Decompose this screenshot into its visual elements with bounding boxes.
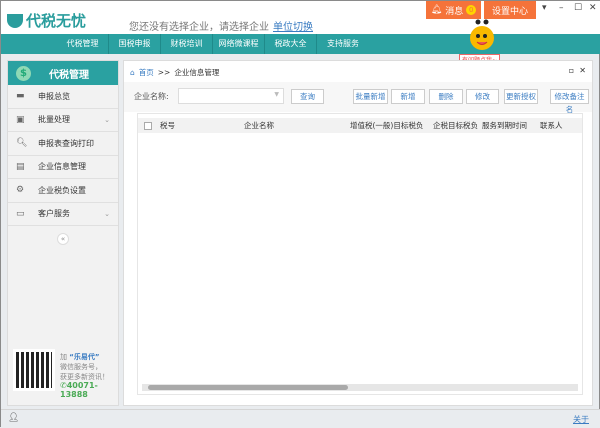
- promo-prefix: 加: [60, 353, 67, 361]
- breadcrumb: ⌂ 首页 >> 企业信息管理: [130, 67, 219, 78]
- batch-add-button[interactable]: 批量新增: [353, 89, 388, 104]
- company-table: 税号 企业名称 增值税(一般)目标税负 企税目标税负 服务到期时间 联系人: [137, 113, 583, 395]
- nav-tax-policy[interactable]: 税政大全: [265, 34, 317, 54]
- sidebar-item-company-info[interactable]: ▤ 企业信息管理: [8, 156, 118, 179]
- sidebar-item-label: 申报表查询打印: [38, 138, 94, 148]
- panel-controls: ▫ ✕: [569, 66, 586, 75]
- app-logo: 代税无忧: [7, 10, 86, 31]
- sidebar-item-query-print[interactable]: 🔍︎ 申报表查询打印: [8, 132, 118, 156]
- company-notice: 您还没有选择企业，请选择企业: [129, 22, 269, 33]
- main-panel: ⌂ 首页 >> 企业信息管理 ▫ ✕ 企业名称: ▼ 查询 批量新增 新增 删除 修改…: [123, 60, 593, 406]
- chevron-down-icon: ▼: [274, 91, 279, 98]
- close-button[interactable]: ✕: [589, 3, 597, 13]
- batch-icon: ▣: [16, 114, 25, 125]
- sidebar-item-tax-burden[interactable]: ⚙ 企业税负设置: [8, 179, 118, 203]
- edit-button[interactable]: 修改: [466, 89, 499, 104]
- switch-company-link[interactable]: 单位切换: [273, 18, 313, 33]
- sidebar-item-label: 批量处理: [38, 115, 70, 125]
- nav-national-tax[interactable]: 国税申报: [109, 34, 161, 54]
- company-name-label: 企业名称:: [134, 92, 169, 101]
- table-header: 税号 企业名称 增值税(一般)目标税负 企税目标税负 服务到期时间 联系人: [138, 118, 582, 133]
- scrollbar-thumb[interactable]: [148, 385, 348, 390]
- col-tax-id[interactable]: 税号: [156, 120, 240, 131]
- nav-courses[interactable]: 网络微课程: [213, 34, 265, 54]
- breadcrumb-separator: >>: [157, 68, 171, 77]
- qr-code: [13, 349, 55, 391]
- sidebar-header: $ 代税管理: [8, 61, 118, 85]
- home-icon: ⌂: [130, 68, 135, 77]
- select-all-checkbox[interactable]: [144, 121, 152, 130]
- chevron-down-icon: ⌄: [104, 209, 110, 218]
- phone-icon: ✆: [60, 381, 67, 390]
- folder-icon: ▬: [16, 91, 25, 102]
- sidebar-item-customer-service[interactable]: ▭ 客户服务 ⌄: [8, 203, 118, 226]
- edit-remark-button[interactable]: 修改备注名: [550, 89, 589, 114]
- promo-name: “乐易代”: [69, 353, 100, 361]
- messages-button[interactable]: 🔔︎ 消息 0: [426, 1, 481, 19]
- col-contact[interactable]: 联系人: [536, 120, 576, 131]
- collapse-sidebar-button[interactable]: «: [57, 233, 69, 245]
- user-icon[interactable]: 👤︎: [8, 413, 19, 423]
- sidebar: $ 代税管理 ▬ 申报总览 ▣ 批量处理 ⌄ 🔍︎ 申报表查询打印 ▤ 企业信息管理 ⚙ 企业…: [7, 60, 119, 406]
- main-nav: 代税管理 国税申报 财税培训 网络微课程 税政大全 支持服务: [1, 34, 600, 54]
- sidebar-item-batch[interactable]: ▣ 批量处理 ⌄: [8, 109, 118, 132]
- chevron-down-icon: ⌄: [104, 115, 110, 124]
- settings-center-button[interactable]: 设置中心: [484, 1, 536, 19]
- breadcrumb-current: 企业信息管理: [174, 68, 220, 77]
- chat-icon: ▭: [16, 208, 25, 219]
- col-corp-tax-target[interactable]: 企税目标税负: [426, 120, 478, 131]
- promo-line: 获更多新资讯！: [60, 373, 109, 381]
- search-icon: 🔍︎: [16, 138, 28, 149]
- minimize-button[interactable]: –: [559, 3, 564, 13]
- nav-support[interactable]: 支持服务: [317, 34, 369, 54]
- nav-tax-agent[interactable]: 代税管理: [57, 34, 109, 54]
- sidebar-item-label: 客户服务: [38, 209, 70, 219]
- query-button[interactable]: 查询: [291, 89, 324, 104]
- document-icon: ▤: [16, 161, 25, 172]
- sidebar-item-label: 企业信息管理: [38, 162, 86, 172]
- update-auth-button[interactable]: 更新授权: [504, 89, 538, 104]
- col-vat-target[interactable]: 增值税(一般)目标税负: [346, 120, 426, 131]
- add-button[interactable]: 新增: [391, 89, 425, 104]
- sidebar-title: 代税管理: [49, 69, 89, 81]
- breadcrumb-home[interactable]: 首页: [139, 67, 154, 78]
- dollar-icon: $: [16, 65, 31, 81]
- bell-icon: 🔔︎: [430, 5, 443, 15]
- phone-number: ✆40071-13888: [60, 381, 118, 399]
- restore-panel-icon[interactable]: ▫: [569, 66, 574, 75]
- promo-text: 加 “乐易代” 微信服务号， 获更多新资讯！: [60, 352, 109, 382]
- maximize-button[interactable]: ☐: [574, 3, 582, 13]
- message-count-badge: 0: [466, 5, 477, 15]
- close-panel-icon[interactable]: ✕: [579, 66, 586, 75]
- messages-label: 消息: [445, 6, 464, 17]
- toolbar: 企业名称: ▼ 查询 批量新增 新增 删除 修改 更新授权 修改备注名: [124, 82, 592, 114]
- company-name-select[interactable]: ▼: [178, 88, 284, 104]
- sidebar-item-overview[interactable]: ▬ 申报总览: [8, 85, 118, 109]
- dropdown-menu-icon[interactable]: ▾: [542, 3, 547, 13]
- sidebar-item-label: 企业税负设置: [38, 185, 86, 195]
- nav-training[interactable]: 财税培训: [161, 34, 213, 54]
- promo-line: 微信服务号，: [60, 363, 102, 371]
- logo-mark-icon: [7, 13, 23, 28]
- col-company-name[interactable]: 企业名称: [240, 120, 346, 131]
- mascot-icon[interactable]: [463, 19, 501, 53]
- col-service-expiry[interactable]: 服务到期时间: [478, 120, 536, 131]
- sidebar-item-label: 申报总览: [38, 91, 70, 101]
- status-bar: 👤︎ 关于: [1, 409, 600, 428]
- app-name: 代税无忧: [26, 12, 87, 30]
- about-link[interactable]: 关于: [573, 414, 589, 425]
- horizontal-scrollbar[interactable]: [142, 384, 578, 391]
- share-icon: ⚙: [16, 185, 25, 196]
- delete-button[interactable]: 删除: [429, 89, 463, 104]
- header: 代税无忧 您还没有选择企业，请选择企业 单位切换 🔔︎ 消息 0 设置中心 ▾ – …: [1, 1, 600, 34]
